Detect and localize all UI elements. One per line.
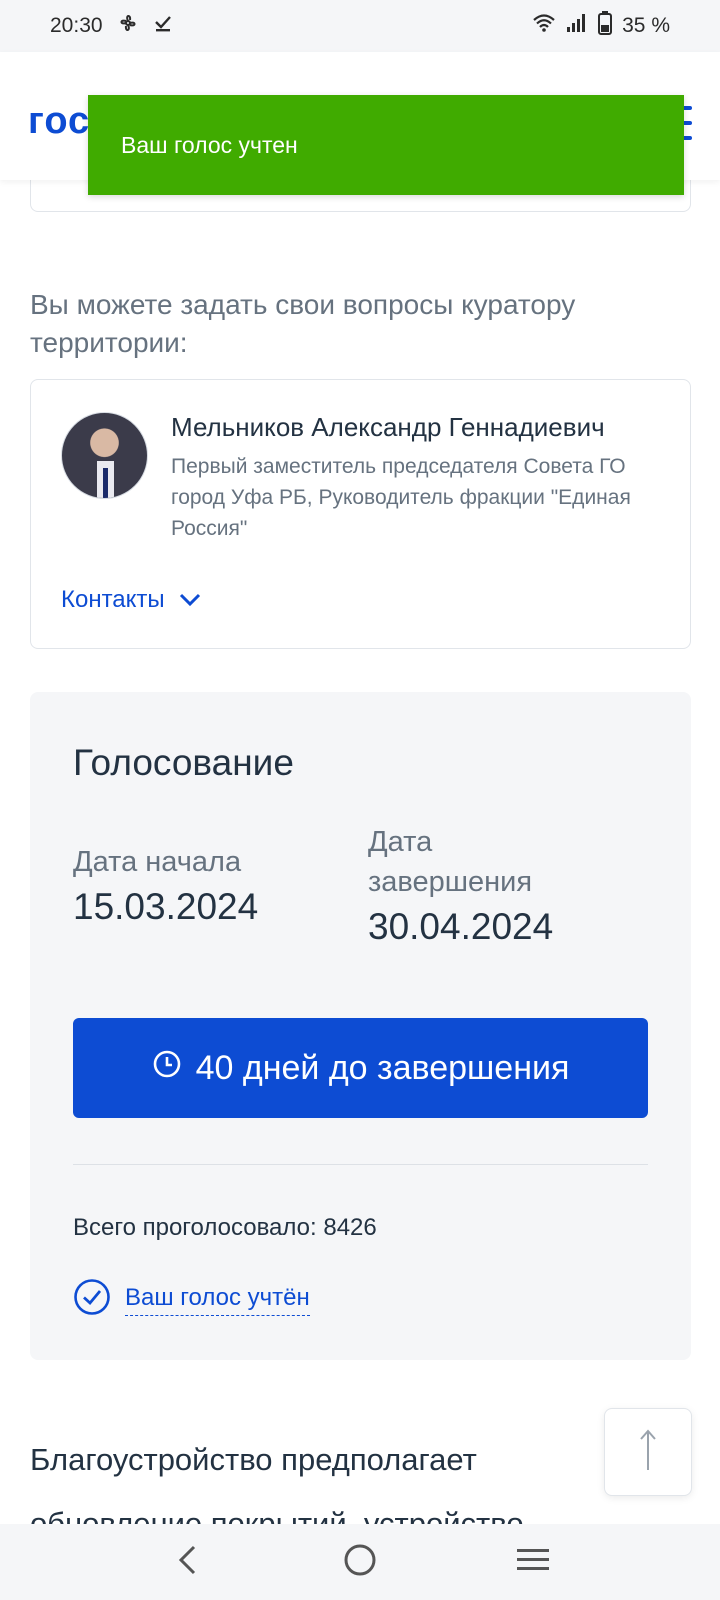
curator-intro: Вы можете задать свои вопросы куратору т…: [30, 289, 576, 358]
back-icon: [176, 1544, 198, 1581]
battery-icon: [598, 11, 613, 41]
check-circle-icon: [73, 1278, 111, 1321]
back-button[interactable]: [157, 1532, 217, 1592]
wifi-icon: [532, 13, 556, 39]
voting-divider: [73, 1164, 648, 1165]
system-nav-bar: [0, 1524, 720, 1600]
countdown-button[interactable]: 40 дней до завершения: [73, 1018, 648, 1118]
total-votes: Всего проголосовало: 8426: [73, 1214, 377, 1241]
start-date-label: Дата начала: [73, 846, 242, 878]
chevron-down-icon: [179, 586, 201, 614]
home-button[interactable]: [330, 1532, 390, 1592]
curator-avatar: [61, 412, 148, 499]
end-date-label: Дата завершения: [368, 826, 533, 898]
clock-icon: [152, 1049, 182, 1088]
start-date-block: Дата начала 15.03.2024: [73, 842, 323, 930]
recents-button[interactable]: [503, 1532, 563, 1592]
home-circle-icon: [343, 1543, 377, 1582]
vote-status[interactable]: Ваш голос учтён: [73, 1278, 310, 1321]
fan-icon: [117, 12, 139, 40]
status-right: 35 %: [532, 11, 670, 41]
clock: 20:30: [50, 14, 103, 37]
gosuslugi-logo[interactable]: гос: [28, 100, 90, 143]
arrow-up-icon: [637, 1428, 659, 1477]
curator-role: Первый заместитель председателя Совета Г…: [171, 455, 631, 540]
end-date-block: Дата завершения 30.04.2024: [368, 822, 598, 950]
battery-percent: 35 %: [622, 14, 670, 37]
toast-message: Ваш голос учтен: [121, 131, 298, 158]
status-left: 20:30: [50, 12, 173, 40]
download-done-icon: [153, 13, 173, 39]
recents-icon: [516, 1546, 550, 1579]
curator-card: Мельников Александр Геннадиевич Первый з…: [30, 379, 691, 649]
contacts-toggle[interactable]: Контакты: [61, 586, 201, 614]
scroll-top-button[interactable]: [604, 1408, 692, 1496]
voting-panel: Голосование Дата начала 15.03.2024 Дата …: [30, 692, 691, 1360]
vote-status-link[interactable]: Ваш голос учтён: [125, 1284, 310, 1316]
voting-title: Голосование: [73, 742, 294, 783]
curator-name: Мельников Александр Геннадиевич: [171, 412, 605, 442]
end-date-value: 30.04.2024: [368, 906, 554, 947]
contacts-label: Контакты: [61, 586, 165, 613]
status-bar: 20:30 35 %: [0, 0, 720, 52]
signal-icon: [566, 13, 588, 39]
countdown-label: 40 дней до завершения: [195, 1048, 570, 1087]
start-date-value: 15.03.2024: [73, 886, 259, 927]
toast-notification: Ваш голос учтен: [88, 95, 684, 195]
